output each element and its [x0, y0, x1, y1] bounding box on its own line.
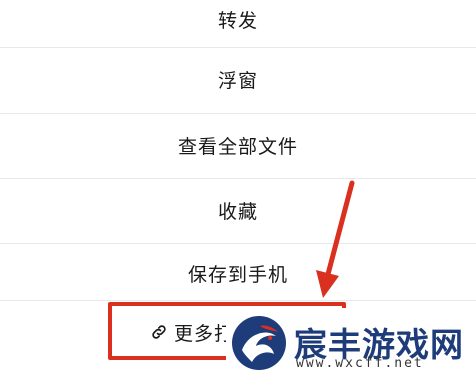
watermark: 宸丰游戏网 www.wxcff.net	[226, 308, 476, 375]
dragon-logo-icon	[232, 316, 286, 370]
watermark-url: www.wxcff.net	[296, 356, 424, 371]
